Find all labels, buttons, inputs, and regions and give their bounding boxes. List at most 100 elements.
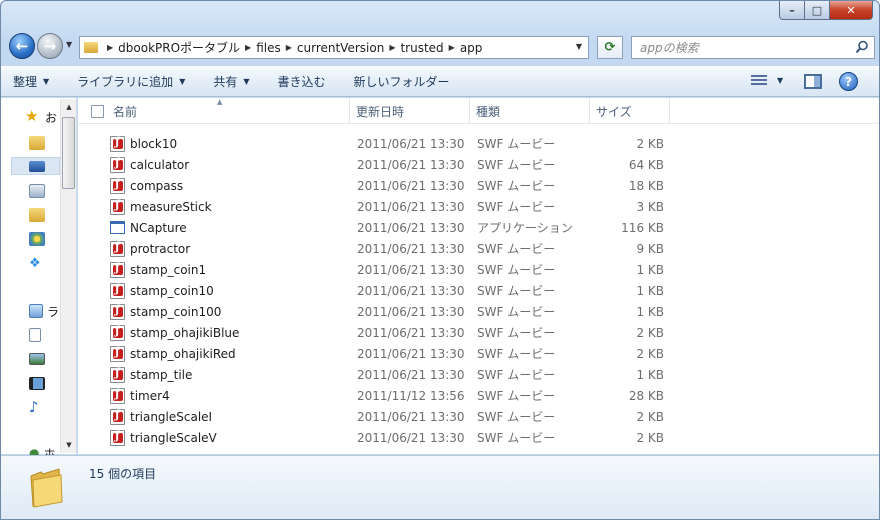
chevron-right-icon[interactable]: ▶ [107, 43, 113, 52]
new-folder-label: 新しいフォルダー [353, 74, 450, 89]
nav-dropbox[interactable]: ❖ [29, 254, 59, 272]
share-menu[interactable]: 共有 ▼ [213, 73, 249, 90]
search-icon[interactable] [855, 40, 869, 54]
column-type[interactable]: 種類 [470, 98, 590, 124]
music-icon: ♪ [29, 398, 39, 416]
nav-documents[interactable] [29, 326, 59, 344]
nav-libraries[interactable]: ラ [29, 302, 59, 320]
dropdown-arrow-icon[interactable]: ▼ [777, 76, 783, 85]
chevron-right-icon[interactable]: ▶ [449, 43, 455, 52]
table-row[interactable]: stamp_ohajikiRed 2011/06/21 13:30 SWF ムー… [78, 343, 879, 364]
table-row[interactable]: stamp_tile 2011/06/21 13:30 SWF ムービー 1 K… [78, 364, 879, 385]
address-row: ← → ▼ ▶ dbookPROポータブル ▶ files ▶ currentV… [7, 31, 875, 63]
preview-pane-button[interactable] [804, 74, 822, 89]
minimize-button[interactable]: – [779, 1, 805, 20]
scroll-up-arrow[interactable]: ▲ [61, 99, 77, 115]
file-name-cell[interactable]: protractor [110, 238, 190, 259]
nav-folder-shortcut[interactable] [29, 206, 59, 224]
maximize-button[interactable]: □ [805, 1, 830, 20]
table-row[interactable]: block10 2011/06/21 13:30 SWF ムービー 2 KB [78, 133, 879, 154]
nav-pictures[interactable] [29, 350, 59, 368]
breadcrumb-dbookpro[interactable]: dbookPROポータブル [118, 39, 240, 56]
breadcrumb-app[interactable]: app [460, 41, 483, 55]
breadcrumb-trusted[interactable]: trusted [400, 41, 443, 55]
column-name[interactable]: 名前 [107, 98, 350, 124]
file-name-cell[interactable]: stamp_coin100 [110, 301, 221, 322]
file-name-cell[interactable]: block10 [110, 133, 177, 154]
chevron-right-icon[interactable]: ▶ [389, 43, 395, 52]
organize-menu[interactable]: 整理 ▼ [13, 73, 49, 90]
nav-music[interactable]: ♪ [29, 398, 59, 416]
close-button[interactable]: ✕ [830, 1, 873, 20]
file-name-cell[interactable]: stamp_ohajikiBlue [110, 322, 239, 343]
file-type: SWF ムービー [477, 284, 556, 298]
search-box[interactable]: appの検索 [631, 36, 875, 59]
file-name-cell[interactable]: stamp_tile [110, 364, 192, 385]
file-name-cell[interactable]: measureStick [110, 196, 212, 217]
table-row[interactable]: triangleScaleI 2011/06/21 13:30 SWF ムービー… [78, 406, 879, 427]
chevron-right-icon[interactable]: ▶ [245, 43, 251, 52]
refresh-icon: ⟳ [604, 40, 616, 55]
organize-label: 整理 [13, 74, 38, 89]
file-name-cell[interactable]: compass [110, 175, 183, 196]
file-name-cell[interactable]: triangleScaleV [110, 427, 217, 448]
nav-downloads[interactable] [29, 134, 59, 152]
file-date: 2011/06/21 13:30 [357, 178, 465, 193]
table-row[interactable]: stamp_coin10 2011/06/21 13:30 SWF ムービー 1… [78, 280, 879, 301]
address-bar[interactable]: ▶ dbookPROポータブル ▶ files ▶ currentVersion… [79, 36, 589, 59]
change-view-button[interactable]: ▼ [751, 74, 783, 86]
nav-desktop[interactable] [11, 157, 60, 175]
recent-pages-dropdown[interactable]: ▼ [66, 40, 72, 49]
column-size[interactable]: サイズ [590, 98, 670, 124]
file-size: 2 KB [636, 409, 664, 424]
table-row[interactable]: timer4 2011/11/12 13:56 SWF ムービー 28 KB [78, 385, 879, 406]
table-row[interactable]: NCapture 2011/06/21 13:30 アプリケーション 116 K… [78, 217, 879, 238]
file-name-cell[interactable]: stamp_ohajikiRed [110, 343, 236, 364]
title-bar[interactable]: – □ ✕ [1, 1, 879, 27]
table-row[interactable]: protractor 2011/06/21 13:30 SWF ムービー 9 K… [78, 238, 879, 259]
nav-scrollbar[interactable]: ▲ ▼ [60, 99, 76, 453]
table-row[interactable]: stamp_coin1 2011/06/21 13:30 SWF ムービー 1 … [78, 259, 879, 280]
file-name-cell[interactable]: stamp_coin1 [110, 259, 206, 280]
breadcrumb-currentversion[interactable]: currentVersion [297, 41, 384, 55]
back-button[interactable]: ← [9, 33, 35, 59]
column-date-modified[interactable]: 更新日時 [350, 98, 470, 124]
address-history-dropdown[interactable]: ▼ [576, 42, 582, 51]
file-name-cell[interactable]: calculator [110, 154, 189, 175]
nav-videos[interactable] [29, 374, 59, 392]
scroll-thumb[interactable] [62, 117, 75, 189]
file-name-cell[interactable]: NCapture [110, 217, 187, 238]
file-name: triangleScaleI [130, 409, 213, 424]
table-row[interactable]: compass 2011/06/21 13:30 SWF ムービー 18 KB [78, 175, 879, 196]
file-size: 9 KB [636, 241, 664, 256]
nav-pictures-shortcut[interactable] [29, 230, 59, 248]
nav-favorites[interactable]: ★ お [25, 107, 59, 126]
new-folder-button[interactable]: 新しいフォルダー [354, 73, 450, 90]
help-button[interactable]: ? [839, 72, 858, 91]
refresh-button[interactable]: ⟳ [597, 36, 623, 59]
file-name-cell[interactable]: triangleScaleI [110, 406, 212, 427]
burn-button[interactable]: 書き込む [278, 73, 326, 90]
nav-recent-places[interactable] [29, 182, 59, 200]
file-date: 2011/06/21 13:30 [357, 325, 465, 340]
table-row[interactable]: stamp_coin100 2011/06/21 13:30 SWF ムービー … [78, 301, 879, 322]
file-date: 2011/06/21 13:30 [357, 304, 465, 319]
breadcrumb-files[interactable]: files [256, 41, 281, 55]
table-row[interactable]: calculator 2011/06/21 13:30 SWF ムービー 64 … [78, 154, 879, 175]
file-name-cell[interactable]: timer4 [110, 385, 170, 406]
add-to-library-menu[interactable]: ライブラリに追加 ▼ [77, 73, 185, 90]
scroll-down-arrow[interactable]: ▼ [61, 437, 77, 453]
select-all-checkbox[interactable] [91, 105, 104, 118]
chevron-right-icon[interactable]: ▶ [286, 43, 292, 52]
forward-button[interactable]: → [37, 33, 63, 59]
file-type: SWF ムービー [477, 263, 556, 277]
recent-places-icon [29, 184, 45, 198]
dropdown-arrow-icon: ▼ [243, 76, 250, 86]
videos-icon [29, 376, 45, 390]
search-input[interactable]: appの検索 [640, 39, 699, 56]
table-row[interactable]: measureStick 2011/06/21 13:30 SWF ムービー 3… [78, 196, 879, 217]
table-row[interactable]: triangleScaleV 2011/06/21 13:30 SWF ムービー… [78, 427, 879, 448]
table-row[interactable]: stamp_ohajikiBlue 2011/06/21 13:30 SWF ム… [78, 322, 879, 343]
add-to-library-label: ライブラリに追加 [77, 74, 174, 89]
file-name-cell[interactable]: stamp_coin10 [110, 280, 214, 301]
